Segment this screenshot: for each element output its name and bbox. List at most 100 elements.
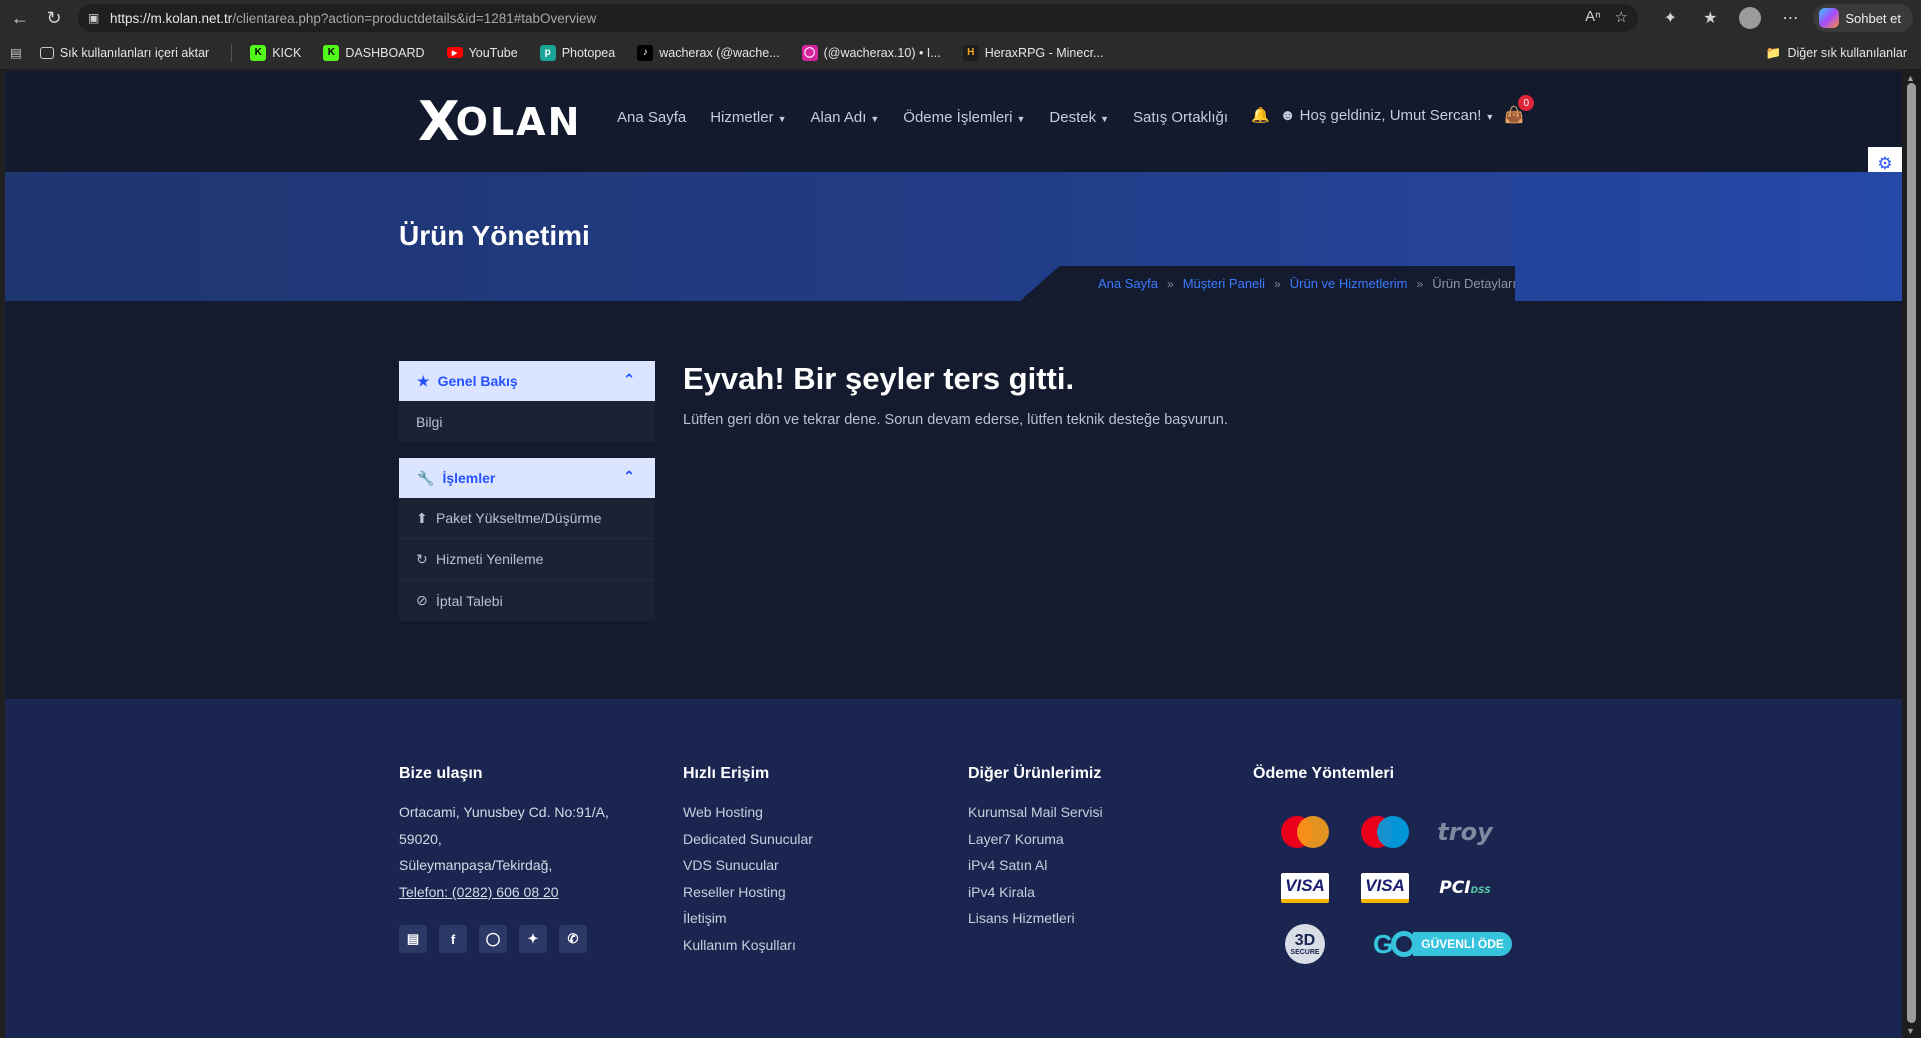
bookmark-youtube[interactable]: ▶ YouTube bbox=[446, 46, 518, 60]
page-scrollbar[interactable]: ▲ ▼ bbox=[1902, 71, 1921, 1038]
avatar bbox=[1739, 7, 1762, 29]
panel-header-genel-bakis[interactable]: ★ Genel Bakış ⌃ bbox=[399, 361, 655, 401]
double-chevron-icon: » bbox=[1416, 276, 1424, 291]
panel-header-islemler[interactable]: 🔧 İşlemler ⌃ bbox=[399, 458, 655, 498]
troy-icon: troy bbox=[1437, 818, 1493, 846]
bookmark-import[interactable]: Sık kullanılanları içeri aktar bbox=[39, 46, 209, 60]
site-logo[interactable]: X OLAN bbox=[418, 95, 581, 149]
cart-badge: 0 bbox=[1518, 95, 1535, 111]
youtube-icon: ▶ bbox=[446, 47, 463, 58]
user-menu[interactable]: ☻ Hoş geldiniz, Umut Sercan! ▼ bbox=[1280, 107, 1495, 124]
nav-odeme-islemleri[interactable]: Ödeme İşlemleri ▼ bbox=[903, 109, 1025, 126]
tab-actions-icon[interactable]: ▤ bbox=[10, 45, 22, 60]
footer-link[interactable]: iPv4 Satın Al bbox=[968, 852, 1103, 879]
extensions-icon[interactable]: ✦ bbox=[1653, 3, 1687, 33]
folder-icon: 📁 bbox=[1765, 45, 1782, 60]
chevron-up-icon[interactable]: ⌃ bbox=[623, 468, 635, 485]
browser-toolbar: ← ↻ ▣ https://m.kolan.net.tr/clientarea.… bbox=[0, 0, 1921, 36]
social-links: ▤ f ◯ ✦ ✆ bbox=[399, 925, 609, 953]
breadcrumb-current: Ürün Detayları bbox=[1432, 276, 1516, 291]
caret-down-icon: ▼ bbox=[1100, 114, 1110, 124]
bookmark-kick[interactable]: K KICK bbox=[250, 44, 301, 61]
sidebar-item-paket-yukseltme[interactable]: ⬆ Paket Yükseltme/Düşürme bbox=[399, 498, 655, 539]
copilot-icon bbox=[1819, 8, 1840, 28]
breadcrumb: Ana Sayfa » Müşteri Paneli » Ürün ve Hiz… bbox=[1020, 266, 1515, 301]
chat-button[interactable]: Sohbet et bbox=[1813, 4, 1913, 32]
site-header: X OLAN Ana Sayfa Hizmetler ▼ Alan Adı ▼ Öd… bbox=[5, 71, 1902, 181]
double-chevron-icon: » bbox=[1274, 276, 1281, 291]
whatsapp-icon[interactable]: ✆ bbox=[559, 925, 587, 953]
facebook-icon[interactable]: f bbox=[439, 925, 467, 953]
caret-down-icon: ▼ bbox=[870, 114, 880, 124]
footer-link[interactable]: VDS Sunucular bbox=[683, 852, 813, 879]
profile-button[interactable] bbox=[1733, 3, 1767, 33]
site-info-icon[interactable]: ▣ bbox=[88, 11, 110, 25]
breadcrumb-urun-hizmetlerim[interactable]: Ürün ve Hizmetlerim bbox=[1290, 276, 1408, 291]
bookmark-instagram[interactable]: ◯ (@wacherax.10) • I... bbox=[801, 44, 941, 61]
chat-label: Sohbet et bbox=[1845, 10, 1901, 26]
scrollbar-thumb[interactable] bbox=[1907, 83, 1916, 1023]
footer-link[interactable]: Web Hosting bbox=[683, 799, 813, 826]
herax-icon: H bbox=[962, 44, 979, 61]
discord-icon[interactable]: ▤ bbox=[399, 925, 427, 953]
ban-icon: ⊘ bbox=[416, 592, 428, 608]
chevron-up-icon[interactable]: ⌃ bbox=[623, 371, 635, 388]
phone-link[interactable]: Telefon: (0282) 606 08 20 bbox=[399, 879, 609, 906]
footer-link[interactable]: Kullanım Koşulları bbox=[683, 932, 813, 959]
nav-ana-sayfa[interactable]: Ana Sayfa bbox=[617, 109, 686, 126]
panel-genel-bakis: ★ Genel Bakış ⌃ Bilgi bbox=[399, 361, 655, 442]
cart-button[interactable]: 👜 0 bbox=[1504, 95, 1535, 125]
scroll-up-icon[interactable]: ▲ bbox=[1906, 73, 1915, 83]
breadcrumb-ana-sayfa[interactable]: Ana Sayfa bbox=[1098, 276, 1158, 291]
sidebar-item-iptal-talebi[interactable]: ⊘ İptal Talebi bbox=[399, 580, 655, 621]
sidebar: ★ Genel Bakış ⌃ Bilgi 🔧 İşlemler ⌃ ⬆ Pak… bbox=[399, 361, 655, 637]
nav-alan-adi[interactable]: Alan Adı ▼ bbox=[810, 109, 879, 126]
footer-contact: Bize ulaşın Ortacami, Yunusbey Cd. No:91… bbox=[399, 765, 609, 953]
nav-satis-ortakligi[interactable]: Satış Ortaklığı bbox=[1133, 109, 1228, 126]
reload-icon[interactable]: ↻ bbox=[34, 0, 74, 36]
maestro-icon bbox=[1345, 811, 1425, 853]
other-bookmarks[interactable]: 📁 Diğer sık kullanılanlar bbox=[1766, 36, 1907, 70]
bookmark-photopea[interactable]: p Photopea bbox=[539, 44, 615, 61]
nav-hizmetler[interactable]: Hizmetler ▼ bbox=[710, 109, 786, 126]
footer-heading: Ödeme Yöntemleri bbox=[1253, 765, 1395, 782]
twitter-icon[interactable]: ✦ bbox=[519, 925, 547, 953]
address-bar[interactable]: ▣ https://m.kolan.net.tr/clientarea.php?… bbox=[78, 4, 1638, 32]
footer-payments: Ödeme Yöntemleri bbox=[1253, 765, 1394, 799]
visa-icon: VISA bbox=[1265, 867, 1345, 909]
bookmarks-bar: ▤ Sık kullanılanları içeri aktar K KICK … bbox=[0, 36, 1921, 70]
sidebar-item-hizmeti-yenileme[interactable]: ↻ Hizmeti Yenileme bbox=[399, 539, 655, 580]
favorites-icon[interactable]: ★ bbox=[1693, 3, 1727, 33]
footer-link[interactable]: İletişim bbox=[683, 905, 813, 932]
address-bar-actions: Aⁿ ☆ bbox=[1585, 8, 1628, 26]
scroll-down-icon[interactable]: ▼ bbox=[1906, 1026, 1915, 1036]
bookmark-heraxrpg[interactable]: H HeraxRPG - Minecr... bbox=[962, 44, 1103, 61]
import-icon bbox=[39, 46, 54, 59]
breadcrumb-musteri-paneli[interactable]: Müşteri Paneli bbox=[1183, 276, 1265, 291]
footer-link[interactable]: Layer7 Koruma bbox=[968, 826, 1103, 853]
bookmark-tiktok[interactable]: ♪ wacherax (@wache... bbox=[637, 44, 780, 61]
footer-link[interactable]: Dedicated Sunucular bbox=[683, 826, 813, 853]
footer-link[interactable]: Kurumsal Mail Servisi bbox=[968, 799, 1103, 826]
nav-destek[interactable]: Destek ▼ bbox=[1049, 109, 1109, 126]
url-text: https://m.kolan.net.tr/clientarea.php?ac… bbox=[110, 10, 597, 26]
photopea-icon: p bbox=[539, 44, 556, 61]
caret-down-icon: ▼ bbox=[1016, 114, 1026, 124]
caret-down-icon: ▼ bbox=[1485, 111, 1495, 122]
favorite-star-icon[interactable]: ☆ bbox=[1615, 8, 1628, 26]
double-chevron-icon: » bbox=[1167, 276, 1174, 291]
footer-link[interactable]: Reseller Hosting bbox=[683, 879, 813, 906]
page-title: Ürün Yönetimi bbox=[399, 220, 590, 251]
caret-down-icon: ▼ bbox=[777, 114, 787, 124]
instagram-icon[interactable]: ◯ bbox=[479, 925, 507, 953]
footer-link[interactable]: Lisans Hizmetleri bbox=[968, 905, 1103, 932]
payment-logos: troy VISA VISA PCIDSS 3D SECURE G GÜVENLİ … bbox=[1265, 811, 1512, 965]
visa-electron-icon: VISA bbox=[1345, 867, 1425, 909]
bookmark-dashboard[interactable]: K DASHBOARD bbox=[323, 44, 425, 61]
footer-quick-links: Hızlı Erişim Web Hosting Dedicated Sunuc… bbox=[683, 765, 813, 958]
sidebar-item-bilgi[interactable]: Bilgi bbox=[399, 401, 655, 442]
bell-icon[interactable]: 🔔 bbox=[1251, 106, 1270, 124]
footer-link[interactable]: iPv4 Kirala bbox=[968, 879, 1103, 906]
read-aloud-icon[interactable]: Aⁿ bbox=[1585, 8, 1600, 26]
more-menu-icon[interactable]: ⋯ bbox=[1773, 3, 1807, 33]
